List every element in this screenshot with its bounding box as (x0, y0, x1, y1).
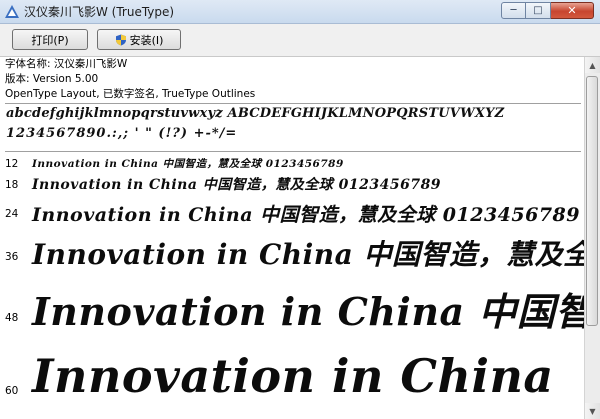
sample-row: 60 Innovation in China (0, 345, 584, 419)
font-preview-area: 字体名称: 汉仪秦川飞影W 版本: Version 5.00 OpenType … (0, 57, 584, 419)
scrollbar-thumb[interactable] (586, 76, 598, 326)
sample-row: 12 Innovation in China 中国智造，慧及全球 0123456… (0, 155, 584, 173)
vertical-scrollbar[interactable]: ▲ ▼ (584, 57, 600, 419)
window-title: 汉仪秦川飞影W (TrueType) (24, 5, 175, 19)
sample-row: 18 Innovation in China 中国智造，慧及全球 0123456… (0, 172, 584, 196)
sample-row: 48 Innovation in China 中国智 (0, 277, 584, 343)
maximize-icon: □ (533, 5, 543, 16)
scroll-down-button[interactable]: ▼ (585, 403, 600, 419)
font-version-line: 版本: Version 5.00 (5, 73, 99, 85)
charset-digits: 1234567890.:,; ' " (!?) +-*/= (6, 126, 238, 141)
font-viewer-icon (5, 5, 19, 18)
install-button-label: 安装(I) (129, 33, 164, 47)
install-button[interactable]: 安装(I) (97, 29, 181, 50)
scroll-up-arrow-icon: ▲ (589, 60, 596, 70)
window-controls: ─ □ ✕ (501, 2, 594, 20)
sample-text: Innovation in China 中国智 (32, 289, 584, 334)
title-bar: 汉仪秦川飞影W (TrueType) ─ □ ✕ (0, 0, 600, 24)
sample-text: Innovation in China 中国智造，慧及全球 (32, 238, 584, 271)
uac-shield-icon (115, 34, 126, 45)
minimize-button[interactable]: ─ (501, 2, 526, 19)
sample-row: 24 Innovation in China 中国智造，慧及全球 0123456… (0, 197, 584, 229)
print-button-label: 打印(P) (31, 33, 69, 47)
sample-size-label: 60 (5, 385, 19, 397)
maximize-button[interactable]: □ (526, 2, 551, 19)
separator (5, 151, 581, 152)
font-name-line: 字体名称: 汉仪秦川飞影W (5, 58, 128, 70)
font-info: 字体名称: 汉仪秦川飞影W 版本: Version 5.00 OpenType … (5, 57, 255, 102)
sample-size-label: 18 (5, 179, 19, 191)
minimize-icon: ─ (510, 5, 517, 16)
print-button[interactable]: 打印(P) (12, 29, 88, 50)
font-features-line: OpenType Layout, 已数字签名, TrueType Outline… (5, 88, 256, 100)
sample-size-label: 48 (5, 312, 19, 324)
scroll-up-button[interactable]: ▲ (585, 57, 600, 73)
sample-size-label: 36 (5, 251, 19, 263)
sample-text: Innovation in China (32, 349, 554, 403)
separator (5, 103, 581, 104)
scroll-down-arrow-icon: ▼ (589, 406, 596, 416)
sample-row: 36 Innovation in China 中国智造，慧及全球 (0, 229, 584, 277)
close-icon: ✕ (567, 4, 577, 17)
sample-text: Innovation in China 中国智造，慧及全球 0123456789 (32, 158, 344, 170)
sample-text: Innovation in China 中国智造，慧及全球 0123456789 (32, 177, 442, 193)
close-button[interactable]: ✕ (551, 2, 594, 19)
sample-text: Innovation in China 中国智造，慧及全球 0123456789 (32, 204, 580, 226)
sample-size-label: 12 (5, 158, 19, 170)
toolbar: 打印(P) 安装(I) (0, 24, 600, 57)
charset-letters: abcdefghijklmnopqrstuvwxyz ABCDEFGHIJKLM… (6, 106, 505, 121)
sample-size-label: 24 (5, 208, 19, 220)
